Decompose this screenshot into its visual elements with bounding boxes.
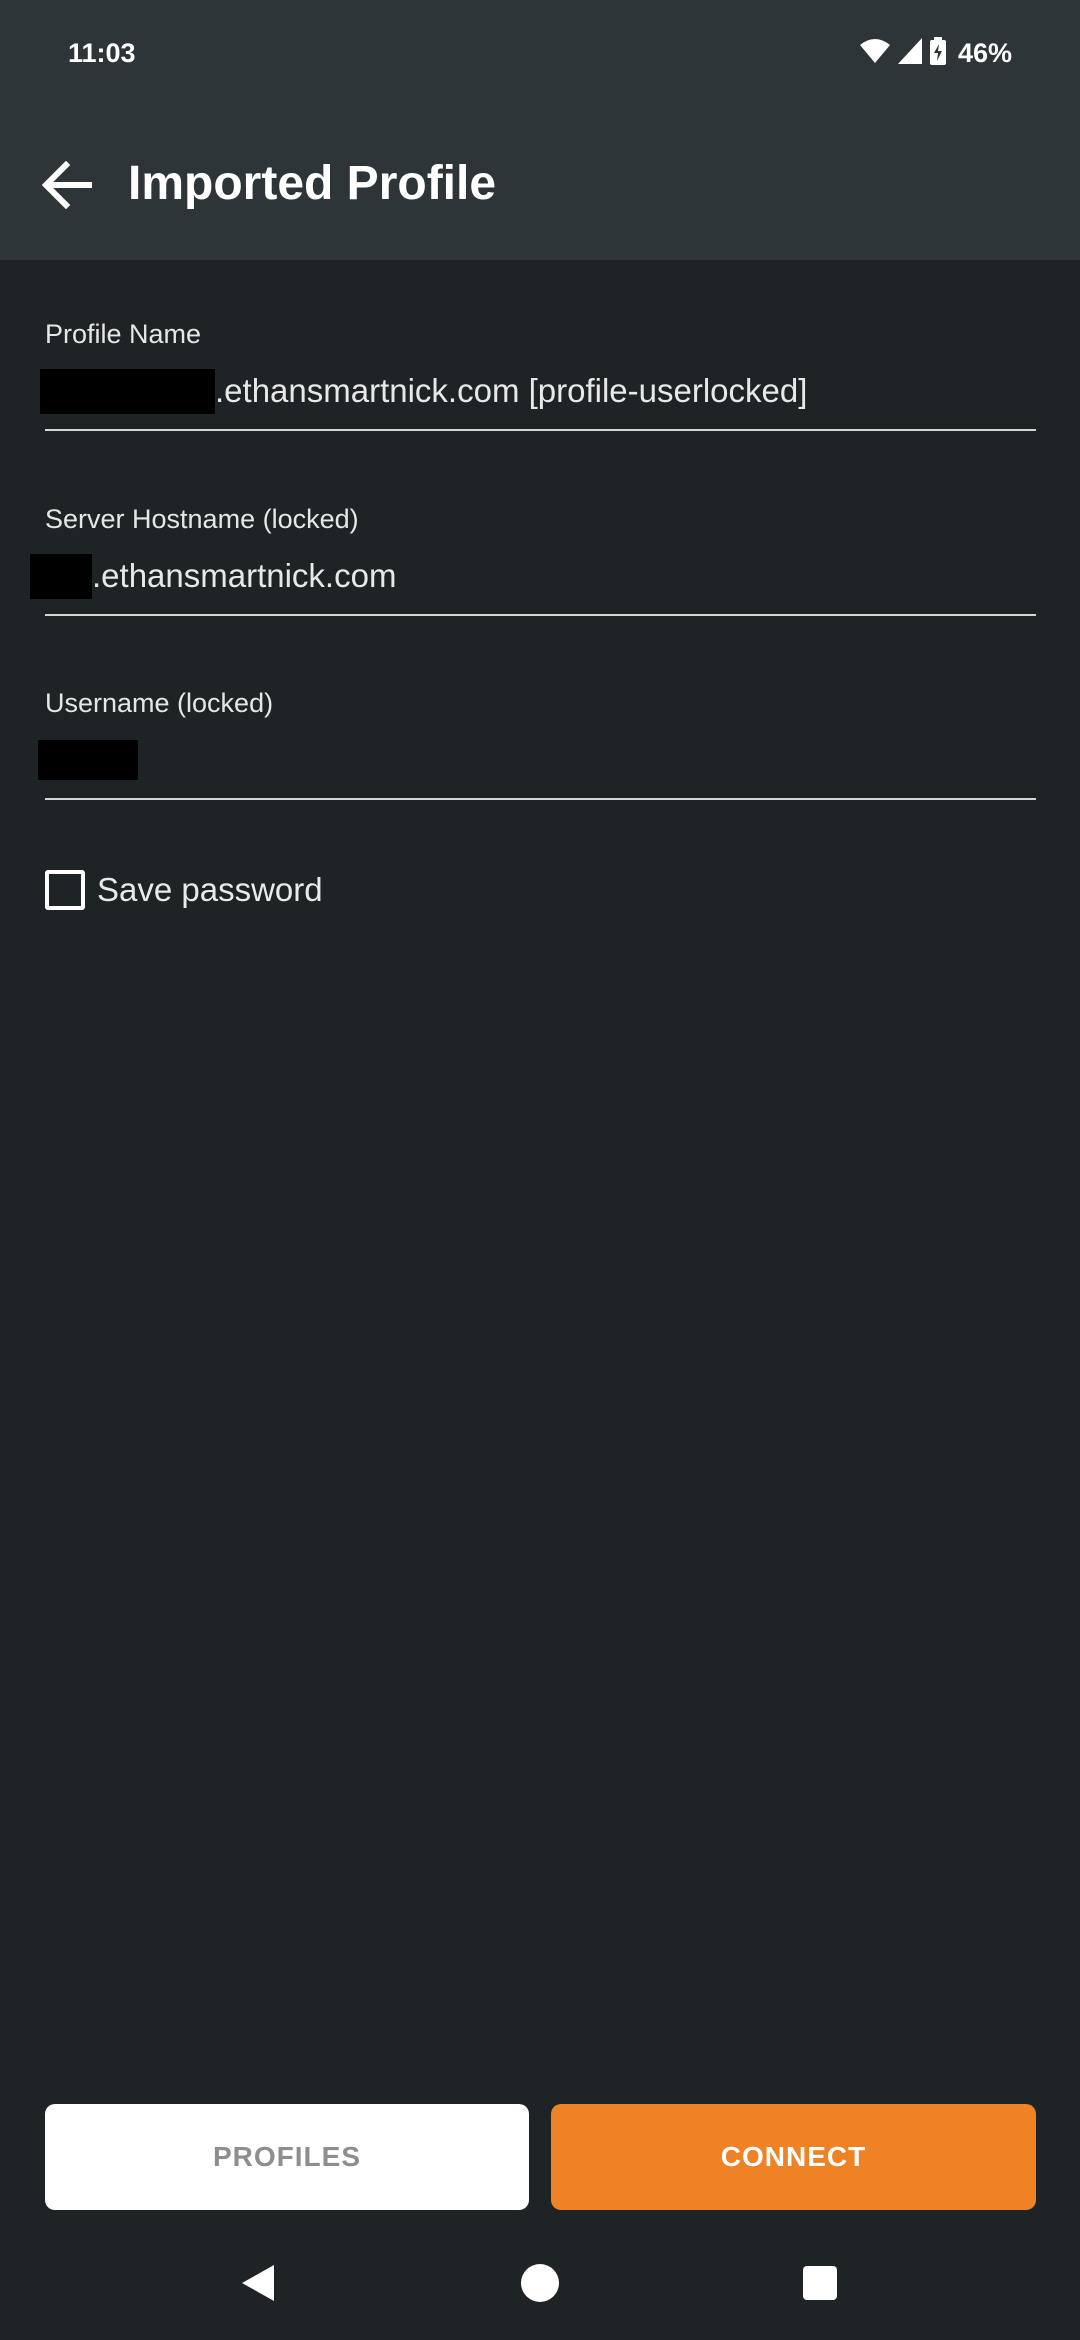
username-input[interactable] xyxy=(38,734,1036,800)
save-password-row[interactable]: Save password xyxy=(45,868,323,912)
home-circle-icon xyxy=(520,2263,560,2308)
profile-name-underline xyxy=(45,429,1036,431)
wifi-icon xyxy=(859,38,890,69)
back-triangle-icon xyxy=(238,2263,278,2308)
battery-percent: 46% xyxy=(957,38,1012,68)
profile-name-input[interactable]: .ethansmartnick.com [profile-userlocked] xyxy=(40,365,1036,431)
redaction-block xyxy=(38,740,138,780)
status-icons: 46% xyxy=(859,36,1012,70)
profile-name-field[interactable]: Profile Name .ethansmartnick.com [profil… xyxy=(40,317,1036,431)
status-bar: 11:03 46% xyxy=(0,0,1080,110)
save-password-checkbox[interactable] xyxy=(45,870,85,910)
server-hostname-underline xyxy=(45,614,1036,616)
nav-back-button[interactable] xyxy=(223,2250,293,2320)
server-hostname-field[interactable]: Server Hostname (locked) .ethansmartnick… xyxy=(30,502,1036,616)
arrow-left-icon xyxy=(41,160,94,214)
recents-square-icon xyxy=(802,2265,838,2306)
status-time: 11:03 xyxy=(68,38,136,68)
redaction-block xyxy=(30,553,92,599)
server-hostname-label: Server Hostname (locked) xyxy=(45,504,359,534)
app-bar: Imported Profile xyxy=(0,110,1080,260)
profiles-button[interactable]: PROFILES xyxy=(45,2104,529,2210)
nav-home-button[interactable] xyxy=(505,2250,575,2320)
server-hostname-value: .ethansmartnick.com xyxy=(92,557,397,594)
username-label: Username (locked) xyxy=(45,688,274,718)
back-button[interactable] xyxy=(28,147,108,227)
page-title: Imported Profile xyxy=(128,157,497,210)
redaction-block xyxy=(40,368,215,414)
save-password-label: Save password xyxy=(97,871,323,908)
system-nav-bar xyxy=(0,2230,1080,2340)
nav-recents-button[interactable] xyxy=(785,2250,855,2320)
battery-charging-icon xyxy=(929,36,946,70)
username-field[interactable]: Username (locked) xyxy=(38,686,1036,800)
connect-button[interactable]: CONNECT xyxy=(551,2104,1036,2210)
cell-signal-icon xyxy=(897,37,922,69)
profile-name-label: Profile Name xyxy=(45,319,202,349)
profile-name-value: .ethansmartnick.com [profile-userlocked] xyxy=(215,372,808,409)
username-underline xyxy=(45,798,1036,800)
server-hostname-input[interactable]: .ethansmartnick.com xyxy=(30,550,1036,616)
